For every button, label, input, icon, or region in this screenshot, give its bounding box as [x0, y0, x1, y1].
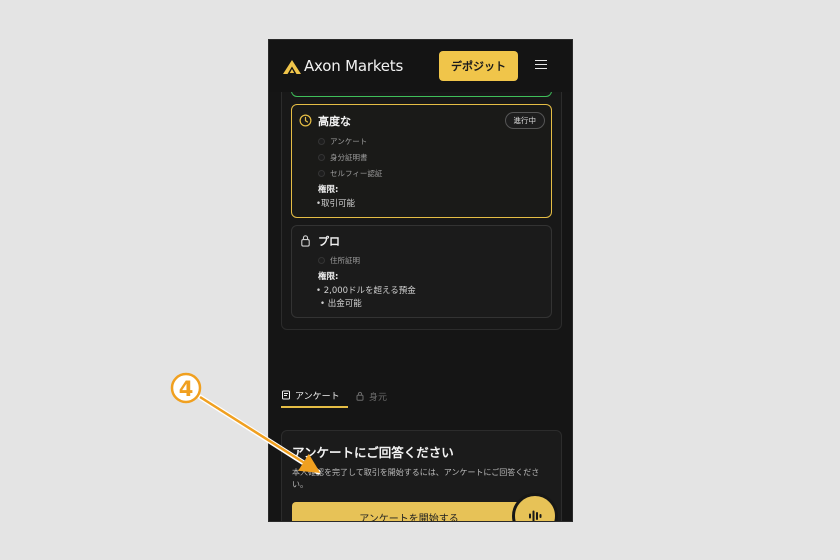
- tier-name: 高度な: [318, 115, 351, 128]
- completed-tier-card: [291, 92, 552, 97]
- start-survey-button[interactable]: アンケートを開始する: [292, 502, 526, 521]
- requirement-item: 住所証明: [318, 255, 360, 266]
- status-badge: 進行中: [504, 112, 545, 129]
- permissions-label: 権限:: [318, 185, 339, 195]
- main-content: 高度な 進行中 アンケート 身分証明書 セルフィー認証 権限: •取引可能 プロ…: [269, 92, 572, 521]
- lock-icon: [356, 391, 364, 401]
- tier-name: プロ: [318, 235, 340, 248]
- tab-label: アンケート: [295, 391, 340, 402]
- lock-icon: [301, 235, 310, 247]
- deposit-button[interactable]: デポジット: [439, 51, 518, 81]
- survey-description: 本人確認を完了して取引を開始するには、アンケートにご回答ください。: [292, 468, 540, 489]
- requirement-item: セルフィー認証: [318, 168, 382, 179]
- clock-icon: [299, 114, 312, 127]
- survey-title: アンケートにご回答ください: [292, 445, 454, 460]
- tier-card-pro[interactable]: プロ 住所証明 権限: • 2,000ドルを超える預金 • 出金可能: [291, 225, 552, 318]
- brand-name: Axon Markets: [304, 57, 404, 75]
- step-number-badge: [170, 372, 202, 404]
- permission-item: • 出金可能: [320, 299, 362, 309]
- survey-icon: [282, 390, 290, 400]
- tier-card-advanced[interactable]: 高度な 進行中 アンケート 身分証明書 セルフィー認証 権限: •取引可能: [291, 104, 552, 218]
- axon-logo-icon: [283, 59, 301, 74]
- step-number: 4: [179, 377, 194, 401]
- permission-item: •取引可能: [316, 199, 356, 209]
- permissions-label: 権限:: [318, 272, 339, 282]
- hamburger-icon[interactable]: [535, 60, 547, 70]
- mobile-app-frame: Axon Markets デポジット 高度な 進行中 アンケート 身分証明書 セ…: [268, 39, 573, 522]
- app-header: Axon Markets デポジット: [269, 40, 572, 92]
- requirement-item: アンケート: [318, 136, 367, 147]
- permission-item: • 2,000ドルを超える預金: [316, 286, 416, 296]
- audio-waveform-icon: [529, 510, 542, 521]
- tab-label: 身元: [369, 392, 388, 403]
- requirement-item: 身分証明書: [318, 152, 368, 163]
- tab-identity[interactable]: 身元: [355, 384, 395, 408]
- tab-questionnaire[interactable]: アンケート: [281, 384, 348, 408]
- verification-tabs: アンケート 身元: [281, 384, 562, 412]
